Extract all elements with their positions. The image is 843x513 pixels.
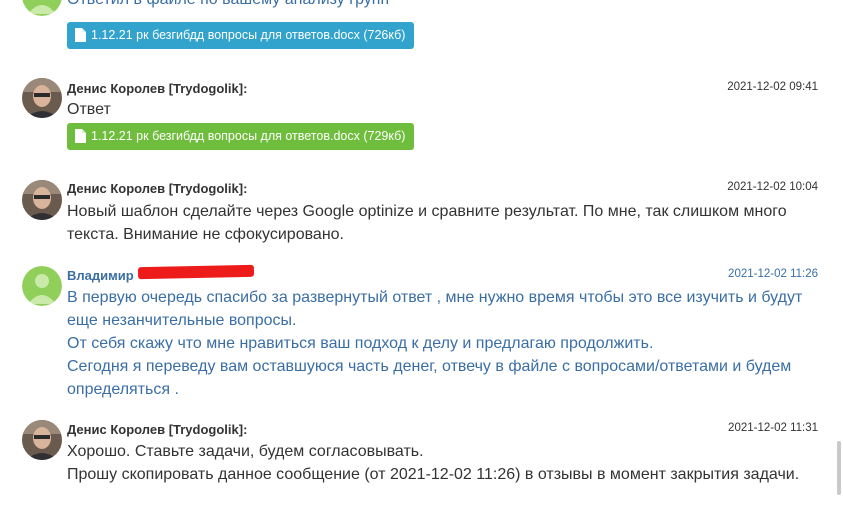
message-item: Ответил в файле по вашему анализу групп … [0, 0, 835, 60]
message-text-line: Новый шаблон сделайте через Google optin… [67, 203, 787, 220]
message-author: Денис Королев [Trydogolik]: [67, 422, 248, 437]
avatar [22, 420, 62, 460]
message-timestamp: 2021-12-02 11:31 [728, 422, 818, 434]
message-item: Денис Королев [Trydogolik]: 2021-12-02 1… [0, 420, 835, 500]
message-text-line: Прошу скопировать данное сообщение (от 2… [67, 466, 800, 483]
message-timestamp: 2021-12-02 09:41 [727, 81, 818, 93]
avatar [22, 0, 62, 16]
file-name: 1.12.21 рк безгибдд вопросы для ответов.… [91, 129, 406, 143]
scrollbar-thumb[interactable] [837, 441, 841, 495]
avatar [22, 78, 62, 118]
avatar [22, 180, 62, 220]
message-text-line: Сегодня я переведу вам оставшуюся часть … [67, 358, 792, 375]
document-icon [75, 129, 86, 143]
message-text: Ответ [67, 98, 827, 121]
message-text: В первую очередь спасибо за развернутый … [67, 286, 827, 401]
message-author: Денис Королев [Trydogolik]: [67, 81, 248, 96]
message-timestamp: 2021-12-02 10:04 [727, 181, 818, 193]
message-item: Владимир 2021-12-02 11:26 В первую очере… [0, 266, 835, 401]
avatar [22, 266, 62, 306]
message-timestamp: 2021-12-02 11:26 [728, 268, 818, 280]
file-name: 1.12.21 рк безгибдд вопросы для ответов.… [91, 28, 406, 42]
message-text-line: еще незанчительные вопросы. [67, 312, 297, 329]
message-item: Денис Королев [Trydogolik]: 2021-12-02 0… [0, 78, 835, 158]
message-text-line: Хорошо. Ставьте задачи, будем согласовыв… [67, 443, 424, 460]
message-author: Денис Королев [Trydogolik]: [67, 181, 248, 196]
message-text: Ответил в файле по вашему анализу групп [67, 0, 827, 11]
message-text-line: От себя скажу что мне нравиться ваш подх… [67, 335, 654, 352]
message-feed: Ответил в файле по вашему анализу групп … [0, 0, 843, 513]
message-text: Хорошо. Ставьте задачи, будем согласовыв… [67, 440, 827, 486]
file-attachment-button[interactable]: 1.12.21 рк безгибдд вопросы для ответов.… [67, 22, 415, 49]
message-text-line: определяться . [67, 381, 179, 398]
file-attachment-button[interactable]: 1.12.21 рк безгибдд вопросы для ответов.… [67, 123, 415, 150]
message-text-line: текста. Внимание не сфокусировано. [67, 226, 344, 243]
message-text-line: В первую очередь спасибо за развернутый … [67, 289, 803, 306]
message-text: Новый шаблон сделайте через Google optin… [67, 200, 827, 246]
redaction-mark [137, 264, 255, 280]
document-icon [75, 28, 86, 42]
message-text-line: Ответ [67, 101, 111, 118]
message-text-line: Ответил в файле по вашему анализу групп [67, 0, 827, 11]
message-item: Денис Королев [Trydogolik]: 2021-12-02 1… [0, 180, 835, 250]
message-author: Владимир [67, 268, 134, 283]
